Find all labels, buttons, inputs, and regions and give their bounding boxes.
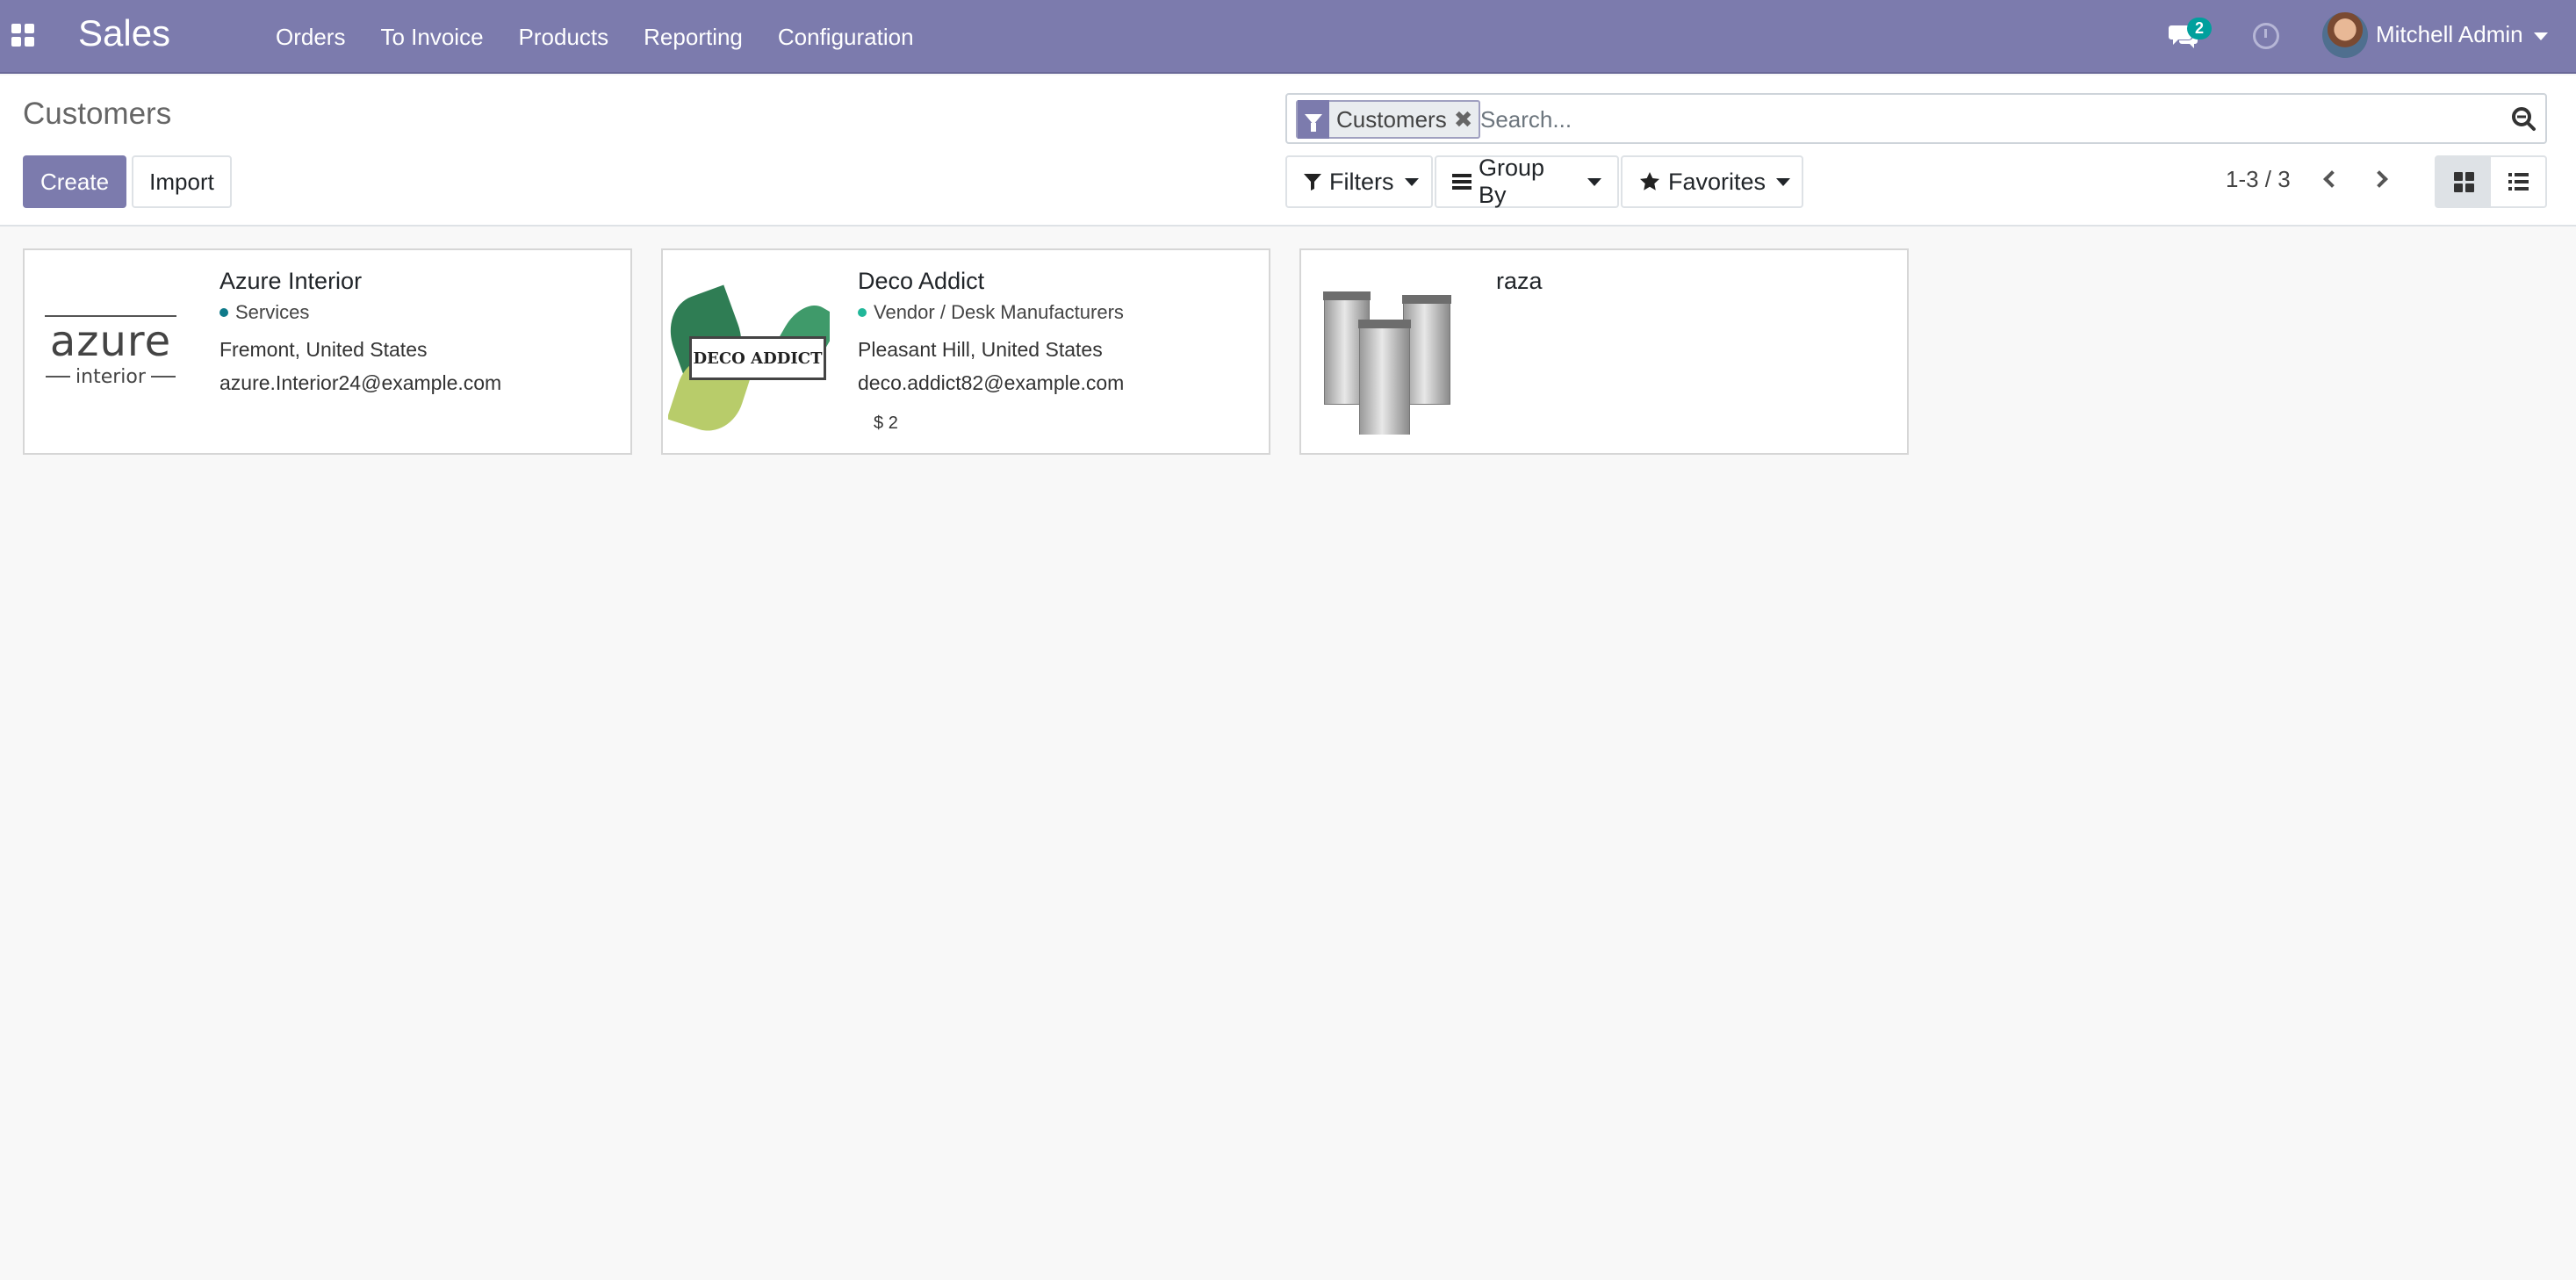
card-category-tag: Services: [219, 301, 309, 324]
menu-item-to-invoice[interactable]: To Invoice: [363, 0, 500, 74]
facet-label: Customers: [1336, 105, 1447, 133]
filters-label: Filters: [1329, 168, 1394, 195]
favorites-dropdown[interactable]: Favorites: [1621, 155, 1803, 208]
menu-item-orders[interactable]: Orders: [258, 0, 363, 74]
list-view-button[interactable]: [2491, 157, 2545, 206]
tag-dot-icon: [858, 308, 867, 317]
filter-icon: [1303, 172, 1322, 191]
card-email: deco.addict82@example.com: [858, 371, 1125, 394]
view-switcher: [2435, 155, 2547, 208]
filter-facet-icon: [1298, 100, 1329, 139]
menu-item-reporting[interactable]: Reporting: [626, 0, 760, 74]
chevron-down-icon: [1587, 177, 1601, 186]
facet-remove-icon[interactable]: ✖: [1454, 106, 1479, 133]
chevron-down-icon: [1404, 177, 1419, 186]
group-by-dropdown[interactable]: Group By: [1435, 155, 1619, 208]
dollar-icon: $: [874, 413, 889, 433]
messages-badge: 2: [2187, 18, 2213, 40]
pager-previous-button[interactable]: [2318, 163, 2346, 195]
card-title: raza: [1496, 268, 1543, 294]
user-menu[interactable]: Mitchell Admin: [2376, 21, 2548, 48]
pager-next-button[interactable]: [2365, 163, 2393, 195]
logo-text: azure: [49, 316, 172, 366]
breadcrumb: Customers: [23, 97, 172, 131]
tag-label: Vendor / Desk Manufacturers: [874, 301, 1124, 323]
kanban-card-raza[interactable]: raza: [1299, 248, 1909, 455]
menu-item-products[interactable]: Products: [501, 0, 627, 74]
favorites-label: Favorites: [1668, 168, 1767, 195]
buildings-icon: [1306, 268, 1468, 435]
chevron-left-icon: [2323, 170, 2341, 188]
activity-clock-icon[interactable]: [2253, 23, 2279, 49]
star-icon: [1638, 171, 1661, 192]
kanban-card-deco-addict[interactable]: DECO ADDICT Deco Addict Vendor / Desk Ma…: [661, 248, 1270, 455]
search-input[interactable]: [1480, 102, 2490, 137]
group-by-label: Group By: [1479, 155, 1545, 208]
sales-count: 2: [888, 413, 898, 433]
company-placeholder-image: [1306, 268, 1468, 435]
control-panel: Customers Create Import Customers ✖ Filt…: [0, 76, 2576, 227]
list-icon: [2508, 173, 2529, 191]
kanban-view-button[interactable]: [2436, 157, 2491, 206]
card-title: Deco Addict: [858, 268, 985, 294]
kanban-card-azure-interior[interactable]: azure interior Azure Interior Services F…: [23, 248, 632, 455]
card-email: azure.Interior24@example.com: [219, 371, 502, 394]
search-icon[interactable]: [2510, 105, 2536, 132]
sales-count-badge[interactable]: $ 2: [874, 413, 898, 434]
top-navbar: Sales Orders To Invoice Products Reporti…: [0, 0, 2576, 74]
chevron-down-icon: [2533, 32, 2548, 40]
card-location: Pleasant Hill, United States: [858, 338, 1103, 361]
card-category-tag: Vendor / Desk Manufacturers: [858, 301, 1124, 324]
menu-item-configuration[interactable]: Configuration: [760, 0, 932, 74]
card-location: Fremont, United States: [219, 338, 428, 361]
card-title: Azure Interior: [219, 268, 363, 294]
main-menu: Orders To Invoice Products Reporting Con…: [258, 0, 932, 74]
chevron-down-icon: [1776, 177, 1791, 186]
logo-text: DECO ADDICT: [689, 336, 826, 380]
search-facet: Customers ✖: [1296, 100, 1480, 139]
import-button[interactable]: Import: [132, 155, 232, 208]
logo-subtext: interior: [45, 366, 176, 388]
tag-dot-icon: [219, 308, 228, 317]
bars-icon: [1452, 173, 1471, 191]
user-name-label: Mitchell Admin: [2376, 21, 2523, 47]
kanban-icon: [2453, 171, 2474, 192]
create-button[interactable]: Create: [23, 155, 126, 208]
pager-value[interactable]: 1-3 / 3: [2226, 166, 2291, 193]
search-bar: Customers ✖: [1285, 93, 2547, 144]
apps-menu-icon[interactable]: [11, 24, 34, 47]
company-logo: azure interior: [30, 268, 191, 435]
chevron-right-icon: [2371, 170, 2388, 188]
app-title[interactable]: Sales: [78, 12, 170, 54]
filters-dropdown[interactable]: Filters: [1285, 155, 1433, 208]
user-avatar[interactable]: [2322, 12, 2368, 58]
company-logo: DECO ADDICT: [668, 268, 830, 435]
tag-label: Services: [235, 301, 310, 323]
